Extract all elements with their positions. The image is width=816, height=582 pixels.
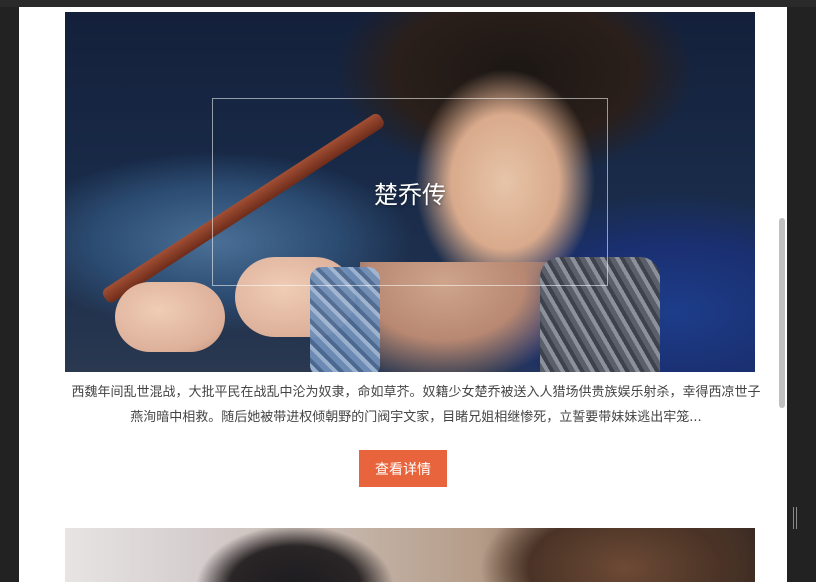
next-drama-poster-image[interactable] (65, 528, 755, 582)
drama-description: 西魏年间乱世混战，大批平民在战乱中沦为奴隶，命如草芥。奴籍少女楚乔被送入人猎场供… (53, 380, 779, 430)
resize-grip-icon[interactable] (793, 507, 797, 529)
scrollbar-thumb[interactable] (779, 218, 785, 408)
drama-title: 楚乔传 (374, 180, 446, 209)
description-line-1: 西魏年间乱世混战，大批平民在战乱中沦为奴隶，命如草芥。奴籍少女楚乔被送入人猎场供… (71, 385, 761, 400)
description-line-2: 燕洵暗中相救。随后她被带进权倾朝野的门阀宇文家，目睹兄姐相继惨死，立誓要带妹妹逃… (130, 410, 702, 425)
view-details-button[interactable]: 查看详情 (359, 450, 447, 487)
drama-poster-image[interactable]: 楚乔传 (65, 12, 755, 372)
title-overlay-box: 楚乔传 (212, 98, 608, 286)
page-content: 楚乔传 西魏年间乱世混战，大批平民在战乱中沦为奴隶，命如草芥。奴籍少女楚乔被送入… (19, 7, 787, 582)
browser-top-strip (0, 0, 816, 7)
